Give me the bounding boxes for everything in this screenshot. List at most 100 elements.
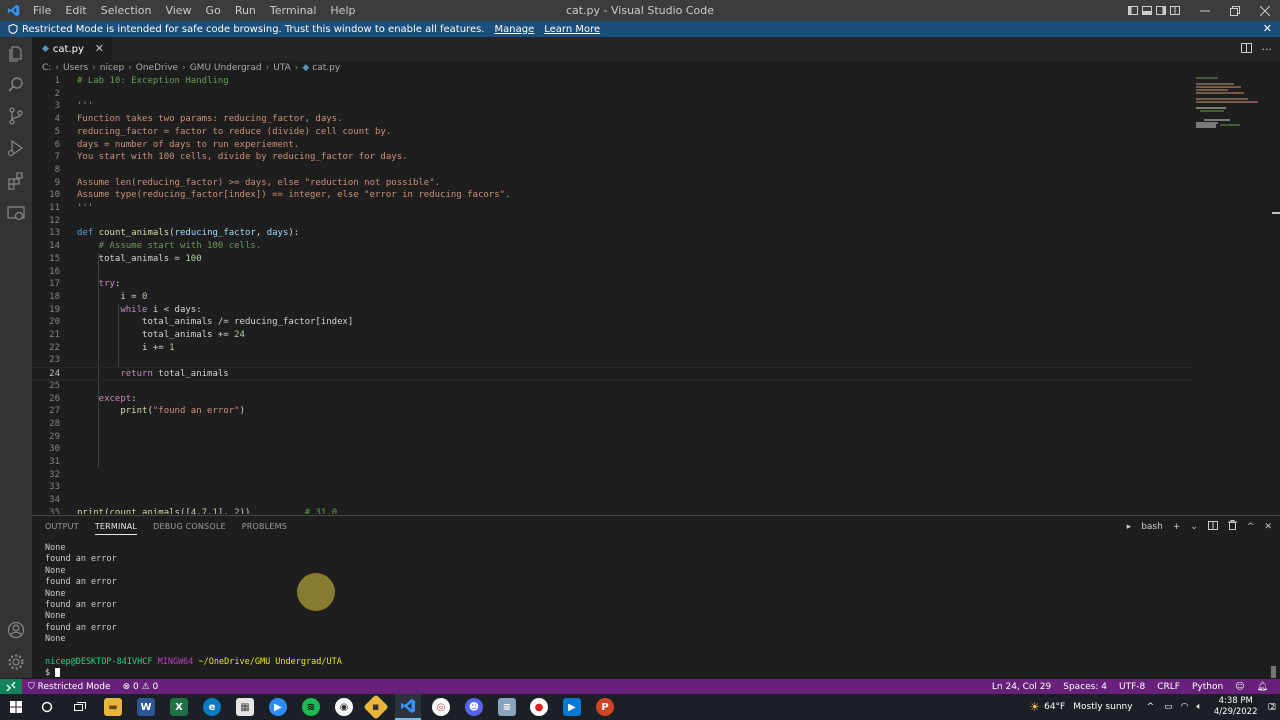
spotify-icon[interactable]: ≋ <box>302 698 320 716</box>
tab-problems[interactable]: PROBLEMS <box>242 522 287 535</box>
network-icon[interactable]: ◠ <box>1181 702 1189 712</box>
terminal-line: None <box>45 634 66 645</box>
shell-name[interactable]: bash <box>1141 522 1163 532</box>
chevron-down-icon[interactable]: ⌄ <box>1190 522 1198 532</box>
chevron-right-icon: › <box>294 63 299 73</box>
line-ending[interactable]: CRLF <box>1151 682 1186 692</box>
close-panel-icon[interactable]: ✕ <box>1264 522 1272 532</box>
learn-more-link[interactable]: Learn More <box>544 24 600 35</box>
vscode-taskbar-icon[interactable] <box>395 694 421 720</box>
menu-run[interactable]: Run <box>228 0 263 21</box>
menu-view[interactable]: View <box>158 0 198 21</box>
obs-icon[interactable]: ◉ <box>335 698 353 716</box>
tab-debug-console[interactable]: DEBUG CONSOLE <box>153 522 226 535</box>
customize-layout-icon[interactable] <box>1168 0 1182 21</box>
battery-icon[interactable]: ▭ <box>1164 702 1173 712</box>
settings-gear-icon[interactable] <box>6 652 26 672</box>
menu-go[interactable]: Go <box>199 0 228 21</box>
editor-scrollbar[interactable] <box>1270 75 1280 514</box>
terminal-scrollbar[interactable] <box>1271 666 1276 678</box>
chrome-icon[interactable]: ◎ <box>432 698 450 716</box>
excel-icon[interactable]: X <box>170 698 188 716</box>
split-editor-icon[interactable] <box>1240 42 1252 56</box>
breadcrumb-item[interactable]: Users <box>63 63 88 73</box>
zoom-icon[interactable]: ▶ <box>269 698 287 716</box>
file-explorer-icon[interactable]: ▬ <box>104 698 122 716</box>
toggle-secondary-sidebar-icon[interactable] <box>1154 0 1168 21</box>
remote-indicator-icon[interactable] <box>0 679 22 694</box>
menu-file[interactable]: File <box>26 0 58 21</box>
store-icon[interactable]: ▦ <box>236 698 254 716</box>
trash-icon[interactable] <box>1227 520 1237 533</box>
accounts-icon[interactable] <box>6 620 26 640</box>
cursor-position[interactable]: Ln 24, Col 29 <box>986 682 1057 692</box>
task-view-icon[interactable] <box>71 698 89 716</box>
breadcrumb-item[interactable]: UTA <box>273 63 291 73</box>
weather-text[interactable]: Mostly sunny <box>1073 702 1132 712</box>
search-icon[interactable] <box>6 75 26 95</box>
menu-edit[interactable]: Edit <box>58 0 93 21</box>
language-mode[interactable]: Python <box>1186 682 1229 692</box>
toggle-panel-icon[interactable] <box>1140 0 1154 21</box>
close-tab-icon[interactable]: ✕ <box>95 42 104 55</box>
breadcrumb-item[interactable]: OneDrive <box>136 63 178 73</box>
manage-link[interactable]: Manage <box>495 24 535 35</box>
search-icon[interactable] <box>38 698 56 716</box>
powerpoint-icon[interactable]: P <box>596 698 614 716</box>
windows-taskbar: ▬ W X e ▦ ▶ ≋ ◉ ◆ ◎ ☻ ≡ ● ▶ P ☀ 64°F Mos… <box>0 694 1280 720</box>
problems-status[interactable]: ⊗ 0 ⚠ 0 <box>117 682 165 692</box>
menu-help[interactable]: Help <box>323 0 362 21</box>
windows-start-icon[interactable] <box>7 698 25 716</box>
close-window-button[interactable] <box>1250 0 1280 21</box>
run-debug-icon[interactable] <box>6 138 26 158</box>
split-terminal-icon[interactable] <box>1207 520 1218 533</box>
restore-button[interactable] <box>1220 0 1250 21</box>
new-terminal-icon[interactable]: + <box>1173 522 1181 532</box>
weather-temp[interactable]: 64°F <box>1044 702 1065 712</box>
notepad-icon[interactable]: ≡ <box>498 698 516 716</box>
editor-actions: ··· <box>1240 37 1273 61</box>
breadcrumb-item[interactable]: cat.py <box>312 63 340 73</box>
code-editor[interactable]: 1 # Lab 10: Exception Handling 2 3 ''' 4 Fu… <box>32 75 1270 514</box>
source-control-icon[interactable] <box>6 106 26 126</box>
git-icon[interactable]: ◆ <box>363 694 389 720</box>
breadcrumb-item[interactable]: C: <box>42 63 51 73</box>
restricted-mode-banner: Restricted Mode is intended for safe cod… <box>0 21 1280 37</box>
screen-sketch-icon[interactable]: ▶ <box>563 698 581 716</box>
remote-explorer-icon[interactable] <box>6 203 26 223</box>
encoding[interactable]: UTF-8 <box>1113 682 1151 692</box>
feedback-icon[interactable]: ☺ <box>1229 682 1250 692</box>
discord-icon[interactable]: ☻ <box>465 698 483 716</box>
breadcrumb-item[interactable]: GMU Undergrad <box>190 63 262 73</box>
clock-time: 4:38 PM <box>1218 696 1253 706</box>
breadcrumb-item[interactable]: nicep <box>100 63 124 73</box>
menu-terminal[interactable]: Terminal <box>263 0 324 21</box>
chevron-up-icon[interactable]: ^ <box>1147 702 1155 712</box>
word-icon[interactable]: W <box>137 698 155 716</box>
edge-icon[interactable]: e <box>203 698 221 716</box>
close-banner-icon[interactable]: ✕ <box>1263 21 1272 37</box>
menu-selection[interactable]: Selection <box>94 0 159 21</box>
tab-terminal[interactable]: TERMINAL <box>94 522 138 535</box>
tab-cat-py[interactable]: ◆ cat.py ✕ <box>32 37 112 61</box>
record-icon[interactable]: ● <box>530 698 548 716</box>
clock[interactable]: 4:38 PM 4/29/2022 <box>1214 696 1258 718</box>
extensions-icon[interactable] <box>6 171 26 191</box>
restricted-mode-status[interactable]: ⛉ Restricted Mode <box>22 682 117 692</box>
line-number: 17 <box>49 279 60 290</box>
volume-icon[interactable]: 🔈︎ <box>1196 702 1201 712</box>
indentation[interactable]: Spaces: 4 <box>1057 682 1113 692</box>
minimap[interactable] <box>1194 75 1270 135</box>
minimize-button[interactable] <box>1190 0 1220 21</box>
terminal-input-line[interactable]: $ <box>45 668 342 679</box>
more-actions-icon[interactable]: ··· <box>1262 43 1273 56</box>
notification-center-icon[interactable]: ▢ 2 <box>1267 702 1276 712</box>
notifications-bell-icon[interactable]: 🔔︎ <box>1251 682 1274 692</box>
toggle-sidebar-icon[interactable] <box>1126 0 1140 21</box>
code-line: 33 <box>32 481 1192 494</box>
maximize-panel-icon[interactable]: ^ <box>1247 522 1255 532</box>
panel-actions: ▸ bash + ⌄ ^ ✕ <box>1127 520 1272 533</box>
explorer-icon[interactable] <box>6 44 26 64</box>
terminal-output[interactable]: None found an error None found an error … <box>45 543 342 680</box>
tab-output[interactable]: OUTPUT <box>45 522 79 535</box>
